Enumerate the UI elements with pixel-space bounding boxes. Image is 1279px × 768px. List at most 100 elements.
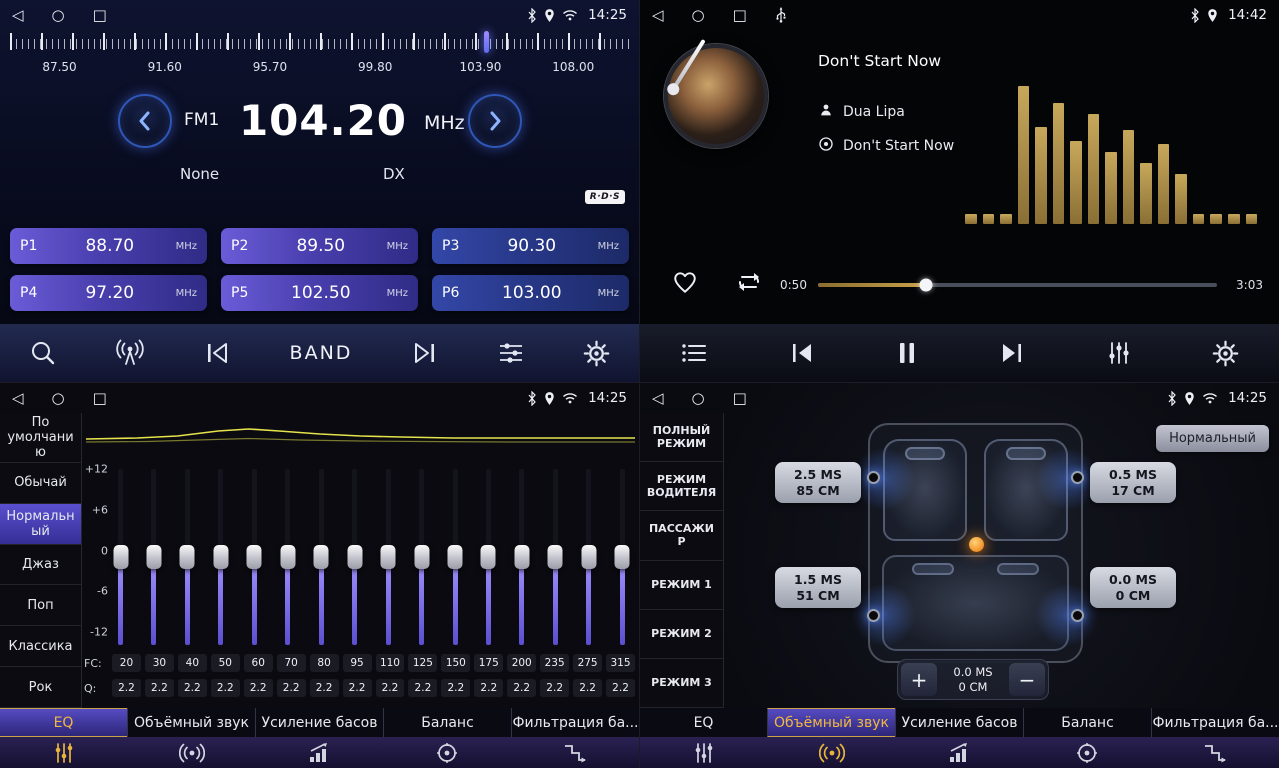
- home-icon[interactable]: ○: [692, 8, 705, 23]
- eq-band-slider[interactable]: [580, 469, 597, 645]
- eq-preset-default[interactable]: По умолчанию: [0, 413, 81, 463]
- front-right-delay-card[interactable]: 0.5 MS 17 CM: [1090, 462, 1176, 503]
- balance-icon[interactable]: [1023, 737, 1151, 768]
- decrease-delay-button[interactable]: −: [1009, 663, 1045, 696]
- favorite-heart-icon[interactable]: [672, 270, 698, 298]
- mode-1[interactable]: РЕЖИМ 1: [640, 561, 723, 610]
- eq-slider-handle[interactable]: [213, 545, 228, 569]
- surround-icon[interactable]: [768, 737, 896, 768]
- front-left-delay-card[interactable]: 2.5 MS 85 CM: [775, 462, 861, 503]
- tuner-settings-icon[interactable]: [497, 341, 525, 365]
- eq-band-slider[interactable]: [212, 469, 229, 645]
- eq-preset-normal[interactable]: Нормальный: [0, 504, 81, 545]
- preset-p2[interactable]: P2 89.50 MHz: [221, 228, 418, 264]
- rear-left-delay-card[interactable]: 1.5 MS 51 CM: [775, 567, 861, 608]
- tab-surround[interactable]: Объёмный звук: [767, 708, 895, 737]
- scan-icon[interactable]: [29, 339, 57, 367]
- eq-icon[interactable]: [640, 737, 768, 768]
- next-track-icon[interactable]: [998, 340, 1026, 366]
- preset-p1[interactable]: P1 88.70 MHz: [10, 228, 207, 264]
- eq-slider-handle[interactable]: [280, 545, 295, 569]
- eq-preset-custom[interactable]: Обычай: [0, 463, 81, 504]
- progress-bar[interactable]: [818, 283, 1217, 287]
- eq-band-slider[interactable]: [380, 469, 397, 645]
- tab-surround[interactable]: Объёмный звук: [127, 708, 255, 737]
- eq-band-slider[interactable]: [246, 469, 263, 645]
- balance-icon[interactable]: [383, 737, 511, 768]
- eq-slider-handle[interactable]: [314, 545, 329, 569]
- recents-icon[interactable]: □: [93, 391, 107, 406]
- back-icon[interactable]: ◁: [652, 391, 664, 406]
- eq-slider-handle[interactable]: [247, 545, 262, 569]
- preset-p4[interactable]: P4 97.20 MHz: [10, 275, 207, 311]
- home-icon[interactable]: ○: [52, 8, 65, 23]
- seek-down-button[interactable]: [118, 94, 172, 148]
- tab-eq[interactable]: EQ: [640, 708, 767, 737]
- sound-preset-badge[interactable]: Нормальный: [1156, 425, 1269, 452]
- filter-icon[interactable]: [1151, 737, 1279, 768]
- bass-boost-icon[interactable]: [896, 737, 1024, 768]
- tab-eq[interactable]: EQ: [0, 708, 127, 737]
- preset-p5[interactable]: P5 102.50 MHz: [221, 275, 418, 311]
- recents-icon[interactable]: □: [733, 8, 747, 23]
- eq-slider-handle[interactable]: [615, 545, 630, 569]
- back-icon[interactable]: ◁: [652, 8, 664, 23]
- listening-position-dot[interactable]: [969, 537, 984, 552]
- eq-slider-handle[interactable]: [113, 545, 128, 569]
- rear-right-delay-card[interactable]: 0.0 MS 0 CM: [1090, 567, 1176, 608]
- settings-gear-icon[interactable]: [583, 340, 610, 367]
- eq-band-slider[interactable]: [145, 469, 162, 645]
- tab-balance[interactable]: Баланс: [1023, 708, 1151, 737]
- pause-icon[interactable]: [896, 340, 918, 366]
- home-icon[interactable]: ○: [692, 391, 705, 406]
- frequency-pointer[interactable]: [484, 31, 489, 53]
- back-icon[interactable]: ◁: [12, 391, 24, 406]
- eq-slider-handle[interactable]: [146, 545, 161, 569]
- previous-track-icon[interactable]: [788, 340, 816, 366]
- back-icon[interactable]: ◁: [12, 8, 24, 23]
- repeat-icon[interactable]: [735, 271, 763, 297]
- eq-band-slider[interactable]: [413, 469, 430, 645]
- previous-station-icon[interactable]: [203, 340, 231, 366]
- eq-preset-pop[interactable]: Поп: [0, 585, 81, 626]
- frequency-ruler[interactable]: 87.50 91.60 95.70 99.80 103.90 108.00: [10, 33, 629, 79]
- mixer-icon[interactable]: [1106, 340, 1132, 366]
- eq-band-slider[interactable]: [614, 469, 631, 645]
- tab-filter[interactable]: Фильтрация ба...: [511, 708, 639, 737]
- eq-band-slider[interactable]: [480, 469, 497, 645]
- mode-driver[interactable]: РЕЖИМ ВОДИТЕЛЯ: [640, 462, 723, 511]
- broadcast-icon[interactable]: [115, 339, 145, 367]
- eq-slider-handle[interactable]: [581, 545, 596, 569]
- eq-slider-handle[interactable]: [414, 545, 429, 569]
- eq-slider-handle[interactable]: [381, 545, 396, 569]
- mode-3[interactable]: РЕЖИМ 3: [640, 659, 723, 708]
- eq-band-slider[interactable]: [279, 469, 296, 645]
- tab-filter[interactable]: Фильтрация ба...: [1151, 708, 1279, 737]
- preset-p3[interactable]: P3 90.30 MHz: [432, 228, 629, 264]
- recents-icon[interactable]: □: [733, 391, 747, 406]
- band-button[interactable]: BAND: [290, 342, 353, 364]
- tab-bass-boost[interactable]: Усиление басов: [255, 708, 383, 737]
- eq-preset-classic[interactable]: Классика: [0, 626, 81, 667]
- eq-slider-handle[interactable]: [347, 545, 362, 569]
- tab-bass-boost[interactable]: Усиление басов: [895, 708, 1023, 737]
- eq-band-slider[interactable]: [547, 469, 564, 645]
- eq-slider-handle[interactable]: [481, 545, 496, 569]
- surround-icon[interactable]: [128, 737, 256, 768]
- tab-balance[interactable]: Баланс: [383, 708, 511, 737]
- eq-slider-handle[interactable]: [448, 545, 463, 569]
- filter-icon[interactable]: [511, 737, 639, 768]
- mode-full[interactable]: ПОЛНЫЙ РЕЖИМ: [640, 413, 723, 462]
- mode-passenger[interactable]: ПАССАЖИР: [640, 511, 723, 560]
- progress-thumb[interactable]: [919, 279, 932, 292]
- seek-up-button[interactable]: [468, 94, 522, 148]
- home-icon[interactable]: ○: [52, 391, 65, 406]
- mode-2[interactable]: РЕЖИМ 2: [640, 610, 723, 659]
- eq-slider-handle[interactable]: [180, 545, 195, 569]
- eq-preset-rock[interactable]: Рок: [0, 667, 81, 708]
- eq-slider-handle[interactable]: [548, 545, 563, 569]
- next-station-icon[interactable]: [411, 340, 439, 366]
- increase-delay-button[interactable]: +: [901, 663, 937, 696]
- bass-boost-icon[interactable]: [256, 737, 384, 768]
- eq-band-slider[interactable]: [179, 469, 196, 645]
